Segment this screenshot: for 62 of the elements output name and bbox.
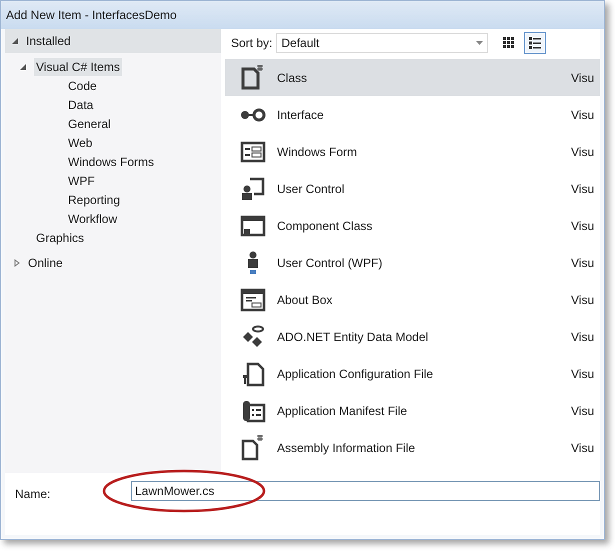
template-language: Visu xyxy=(571,366,594,382)
tree-item[interactable]: General xyxy=(66,114,113,132)
template-language: Visu xyxy=(571,70,594,86)
name-field[interactable]: LawnMower.cs xyxy=(131,481,600,501)
name-label: Name: xyxy=(14,486,52,503)
config-file-icon xyxy=(240,360,266,386)
window-title: Add New Item - InterfacesDemo xyxy=(6,7,177,24)
sort-dropdown[interactable]: Default xyxy=(276,33,488,53)
caret-icon xyxy=(476,41,484,45)
template-language: Visu xyxy=(571,402,594,420)
tree-item[interactable]: Reporting xyxy=(66,190,122,208)
grid-icon xyxy=(502,36,516,50)
template-language: Visu xyxy=(571,218,594,234)
template-name: Application Manifest File xyxy=(277,402,408,420)
expanded-arrow-icon[interactable] xyxy=(19,62,27,70)
tree-item[interactable]: Data xyxy=(66,96,96,114)
tree-item[interactable]: Code xyxy=(66,76,99,94)
template-row[interactable]: Class Visu xyxy=(225,59,600,96)
user-control-icon xyxy=(240,176,266,202)
tree-item[interactable]: Windows Forms xyxy=(66,152,156,170)
template-language: Visu xyxy=(571,328,594,346)
tree-item[interactable]: Visual C# Items xyxy=(34,58,122,76)
template-row[interactable]: Interface Visu xyxy=(225,96,600,133)
tree-item[interactable]: WPF xyxy=(66,172,97,190)
tree-item[interactable]: Installed xyxy=(26,32,71,50)
template-row[interactable]: Component Class Visu xyxy=(225,207,600,244)
template-row[interactable]: Windows Form Visu xyxy=(225,133,600,170)
class-file-icon xyxy=(240,64,266,90)
details-view-button[interactable] xyxy=(524,32,546,54)
template-language: Visu xyxy=(571,180,594,198)
template-language: Visu xyxy=(571,292,594,308)
template-row[interactable]: Application Manifest File Visu xyxy=(225,392,600,429)
tree-item[interactable]: Web xyxy=(66,134,94,152)
template-language: Visu xyxy=(571,440,594,456)
about-box-icon xyxy=(240,286,266,312)
tree-item[interactable]: Online xyxy=(28,254,63,272)
template-row[interactable]: Application Configuration File Visu xyxy=(225,355,600,392)
template-row[interactable]: ADO.NET Entity Data Model Visu xyxy=(225,318,600,355)
template-language: Visu xyxy=(571,144,594,160)
template-name: Assembly Information File xyxy=(277,440,416,456)
template-row[interactable]: Assembly Information File Visu xyxy=(225,429,600,466)
template-name: User Control xyxy=(277,180,346,198)
sort-label: Sort by: xyxy=(230,35,272,52)
tree-item[interactable]: Workflow xyxy=(66,210,120,228)
template-row[interactable]: About Box Visu xyxy=(225,281,600,318)
template-row[interactable]: User Control Visu xyxy=(225,170,600,207)
template-language: Visu xyxy=(571,106,594,124)
assembly-file-icon xyxy=(240,434,266,460)
template-name: User Control (WPF) xyxy=(277,254,384,272)
template-name: Application Configuration File xyxy=(277,366,434,382)
template-language: Visu xyxy=(571,254,594,272)
template-name: Component Class xyxy=(277,218,374,234)
template-name: ADO.NET Entity Data Model xyxy=(277,328,430,346)
template-row[interactable]: User Control (WPF) Visu xyxy=(225,244,600,281)
template-name: Class xyxy=(277,70,308,86)
template-name: About Box xyxy=(277,292,334,308)
template-name: Interface xyxy=(277,106,325,124)
list-icon xyxy=(528,36,542,50)
tree-item[interactable]: Graphics xyxy=(34,228,86,246)
template-name: Windows Form xyxy=(277,144,358,160)
collapsed-arrow-icon[interactable] xyxy=(13,259,21,267)
expanded-arrow-icon[interactable] xyxy=(11,37,19,45)
